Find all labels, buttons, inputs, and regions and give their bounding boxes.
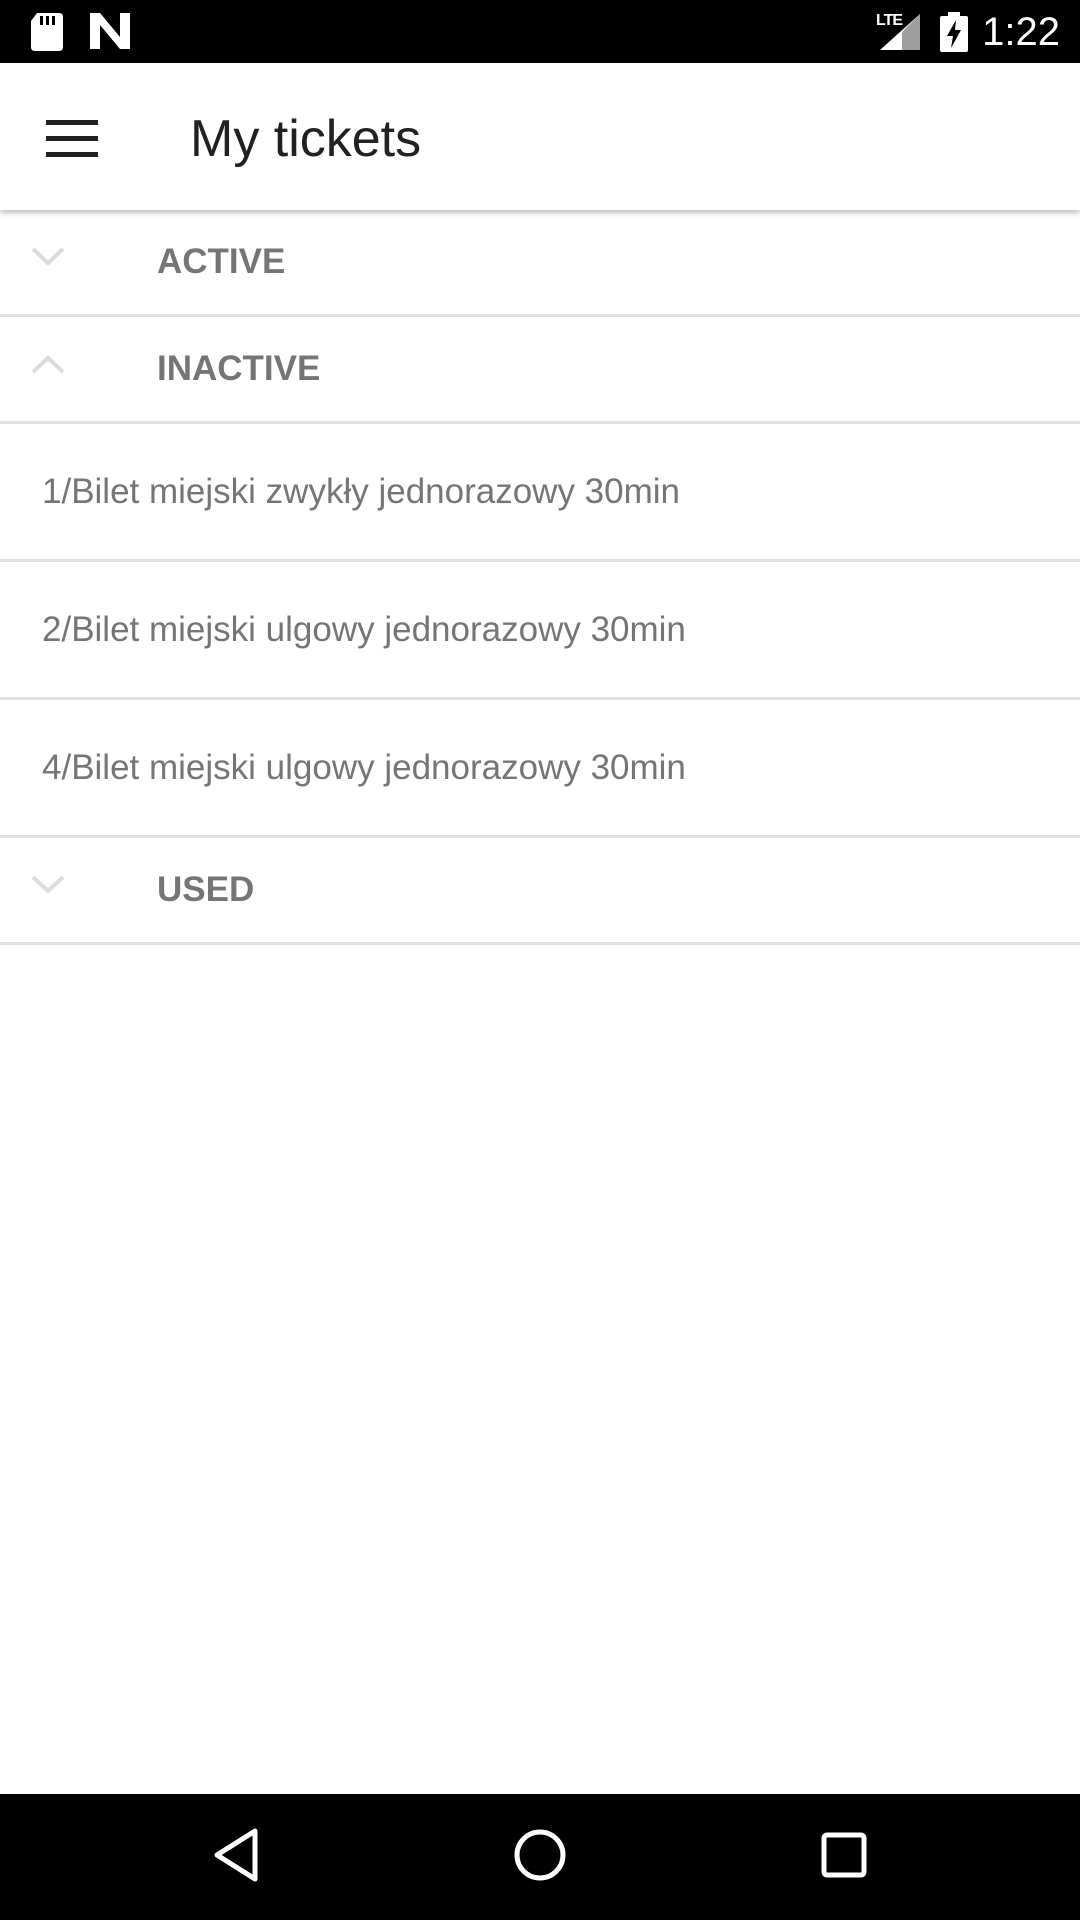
status-bar: LTE 1:22 [0,0,1080,63]
signal-icon [880,14,920,55]
section-header-used[interactable]: USED [0,838,1080,945]
list-item-ticket-4[interactable]: 4/Bilet miejski ulgowy jednorazowy 30min [0,700,1080,838]
n-notification-icon [90,13,130,54]
section-label: USED [157,870,255,909]
status-clock: 1:22 [982,10,1060,54]
section-header-inactive[interactable]: INACTIVE [0,317,1080,424]
chevron-down-icon [30,246,66,273]
section-label: ACTIVE [157,242,286,281]
ticket-label: 1/Bilet miejski zwykły jednorazowy 30min [42,472,680,511]
section-header-active[interactable]: ACTIVE [0,210,1080,317]
page-title: My tickets [190,110,422,168]
back-icon [211,1827,261,1888]
chevron-up-icon [30,353,66,380]
home-button[interactable] [500,1817,580,1897]
sd-card-icon [31,13,63,56]
chevron-down-icon [30,874,66,901]
tickets-list: ACTIVE INACTIVE 1/Bilet miejski zwykły j… [0,210,1080,945]
ticket-label: 4/Bilet miejski ulgowy jednorazowy 30min [42,748,686,787]
list-item-ticket-2[interactable]: 2/Bilet miejski ulgowy jednorazowy 30min [0,562,1080,700]
list-item-ticket-1[interactable]: 1/Bilet miejski zwykły jednorazowy 30min [0,424,1080,562]
section-label: INACTIVE [157,349,321,388]
back-button[interactable] [196,1817,276,1897]
ticket-label: 2/Bilet miejski ulgowy jednorazowy 30min [42,610,686,649]
battery-charging-icon [940,12,968,57]
menu-button[interactable] [30,99,114,183]
recents-button[interactable] [804,1817,884,1897]
recents-icon [820,1831,868,1884]
system-nav-bar [0,1794,1080,1920]
hamburger-menu-icon [46,119,98,163]
home-icon [513,1828,567,1887]
app-bar: My tickets [0,63,1080,210]
